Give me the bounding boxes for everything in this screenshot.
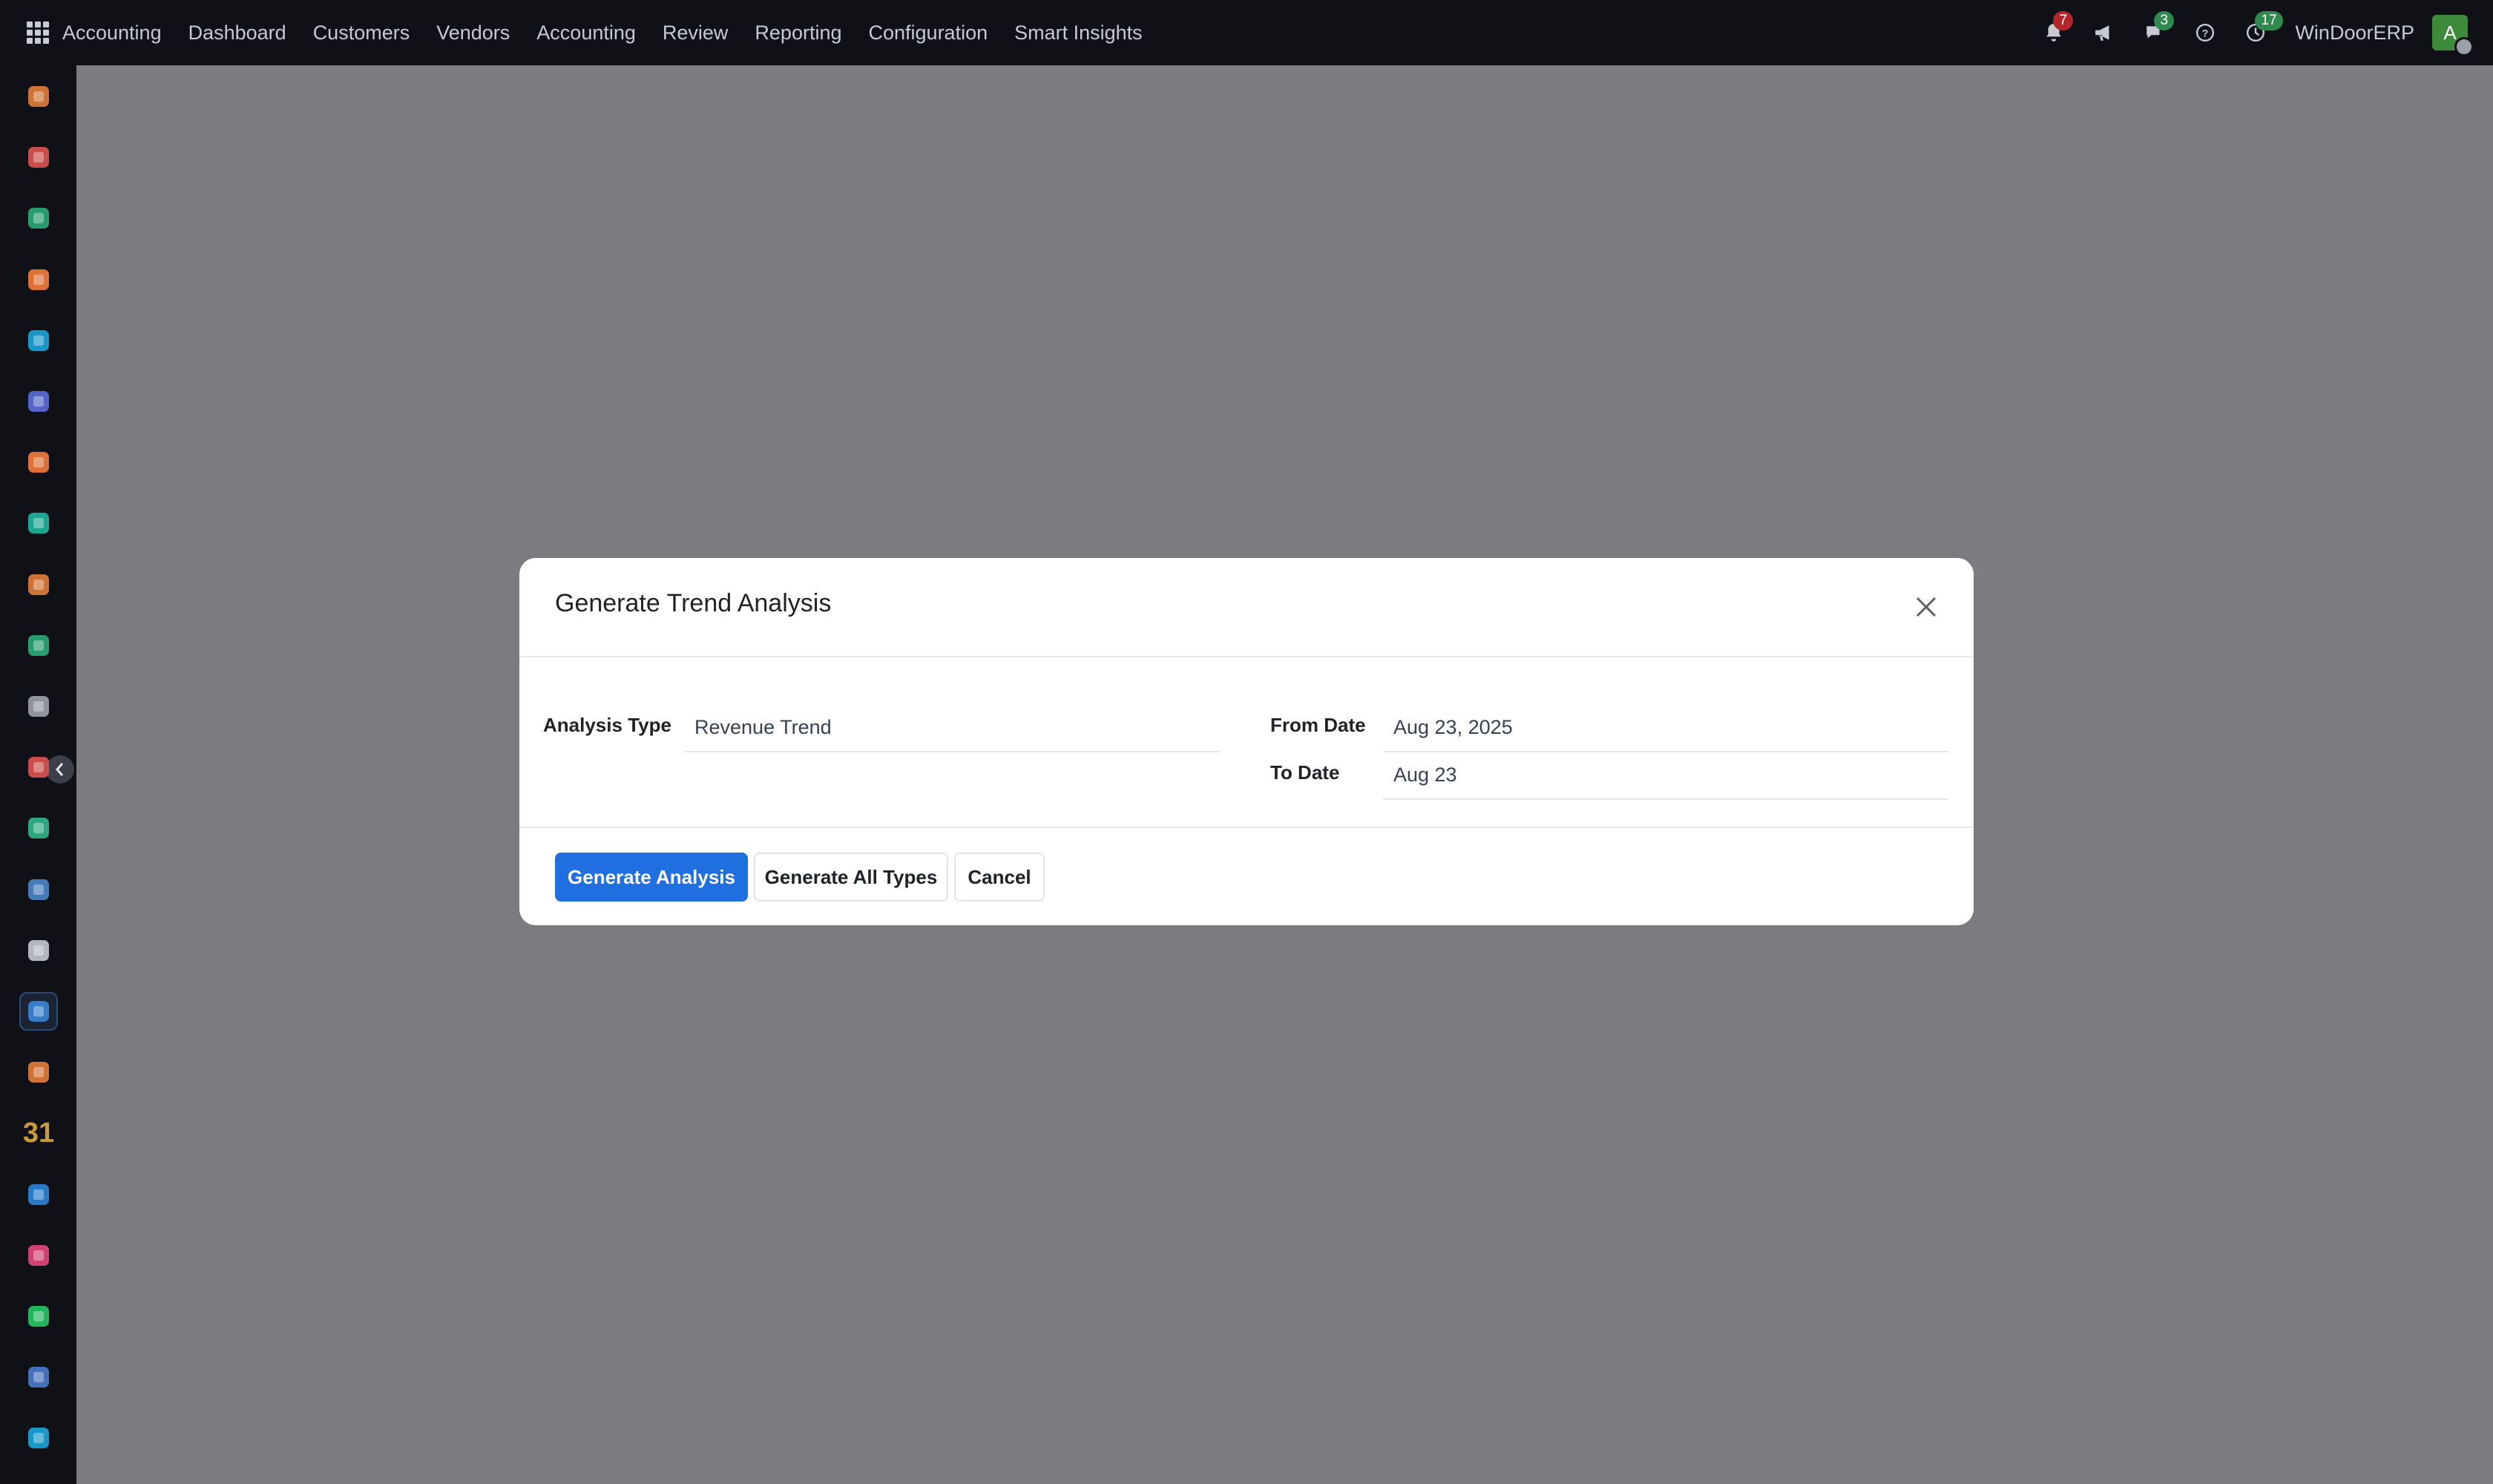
from-date-input[interactable]: Aug 23, 2025 — [1383, 705, 1948, 752]
mail-icon — [28, 391, 49, 412]
bar-chart-icon — [28, 86, 49, 107]
analysis-type-select[interactable]: Revenue Trend — [684, 705, 1220, 752]
help-icon[interactable]: ? — [2194, 22, 2216, 44]
to-date-label: To Date — [1270, 761, 1340, 784]
sidebar-item-dashboard-grid-icon[interactable] — [19, 1236, 58, 1275]
sidebar-item-puzzle-icon[interactable] — [19, 138, 58, 177]
avatar[interactable]: A — [2432, 15, 2474, 56]
app-sidebar: 31 — [0, 65, 76, 1484]
sidebar-item-bar-chart-icon[interactable] — [19, 77, 58, 116]
cube-icon — [28, 696, 49, 717]
sidebar-item-chat-bubble-icon[interactable] — [19, 260, 58, 299]
sidebar-item-contact-icon[interactable] — [19, 626, 58, 665]
sidebar-item-check-folder-icon[interactable] — [19, 504, 58, 542]
contact-icon — [28, 208, 49, 229]
sidebar-item-dial-icon[interactable] — [19, 1358, 58, 1396]
menu-review[interactable]: Review — [663, 22, 729, 45]
menu-reporting[interactable]: Reporting — [755, 22, 841, 45]
menu-dashboard[interactable]: Dashboard — [188, 22, 286, 45]
from-date-label: From Date — [1270, 714, 1366, 736]
document-icon — [28, 1001, 49, 1022]
generate-trend-analysis-dialog: Generate Trend Analysis Analysis Type Re… — [519, 558, 1974, 925]
app-brand[interactable]: Accounting — [62, 22, 162, 45]
puzzle-icon — [28, 147, 49, 168]
sidebar-item-team-icon[interactable] — [19, 1053, 58, 1091]
dashboard-grid-icon — [28, 1245, 49, 1266]
globe-icon — [28, 330, 49, 351]
sidebar-item-puzzle-icon[interactable] — [19, 748, 58, 787]
avatar-initial: A — [2443, 21, 2457, 44]
menu-accounting[interactable]: Accounting — [536, 22, 636, 45]
activity-clock-icon[interactable]: 17 — [2244, 11, 2283, 44]
checkmark-icon — [28, 818, 49, 838]
puzzle-icon — [28, 757, 49, 778]
top-navbar: Accounting Dashboard Customers Vendors A… — [0, 0, 2493, 65]
apps-grid-icon[interactable] — [27, 22, 49, 44]
status-dot — [2454, 37, 2474, 56]
generate-all-types-button[interactable]: Generate All Types — [754, 853, 948, 902]
menu-vendors[interactable]: Vendors — [436, 22, 510, 45]
chat-icon[interactable]: 3 — [2144, 11, 2175, 44]
analysis-type-label: Analysis Type — [543, 714, 671, 736]
cancel-button[interactable]: Cancel — [954, 853, 1045, 902]
sidebar-item-document-icon[interactable] — [19, 992, 58, 1031]
sidebar-item-cube-icon[interactable] — [19, 687, 58, 726]
dialog-header: Generate Trend Analysis — [519, 558, 1974, 657]
company-name[interactable]: WinDoorERP — [2295, 22, 2414, 45]
sidebar-item-mail-icon[interactable] — [19, 382, 58, 421]
menu-customers[interactable]: Customers — [313, 22, 410, 45]
sidebar-item-contact-icon[interactable] — [19, 199, 58, 237]
book-icon — [28, 879, 49, 900]
dialog-title: Generate Trend Analysis — [555, 589, 832, 617]
sidebar-item-package-icon[interactable] — [19, 931, 58, 970]
dialog-body: Analysis Type Revenue Trend From Date Au… — [519, 657, 1974, 828]
contact-icon — [28, 635, 49, 656]
bell-icon[interactable]: 7 — [2043, 11, 2074, 44]
calendar-31-icon: 31 — [22, 1117, 55, 1149]
dialog-footer: Generate Analysis Generate All Types Can… — [519, 828, 1974, 925]
activity-badge: 17 — [2255, 11, 2283, 30]
check-folder-icon — [28, 513, 49, 533]
sidebar-item-checkmark-icon[interactable] — [19, 809, 58, 847]
sidebar-item-whatsapp-icon[interactable] — [19, 1297, 58, 1336]
sidebar-item-calendar-31-icon[interactable]: 31 — [19, 1114, 58, 1152]
sidebar-item-book-icon[interactable] — [19, 870, 58, 909]
menu-configuration[interactable]: Configuration — [869, 22, 988, 45]
sidebar-item-globe-icon[interactable] — [19, 321, 58, 360]
whatsapp-icon — [28, 1306, 49, 1327]
chat-badge: 3 — [2154, 11, 2175, 30]
to-date-input[interactable]: Aug 23 — [1383, 752, 1948, 800]
sidebar-item-pen-icon[interactable] — [19, 1175, 58, 1214]
sidebar-item-bar-chart-icon[interactable] — [19, 565, 58, 604]
svg-text:?: ? — [2202, 27, 2209, 39]
notification-badge: 7 — [2053, 11, 2074, 30]
globe-icon — [28, 1428, 49, 1448]
sidebar-item-chat-bubble-icon[interactable] — [19, 443, 58, 482]
dial-icon — [28, 1367, 49, 1388]
chat-bubble-icon — [28, 269, 49, 290]
team-icon — [28, 1062, 49, 1083]
bar-chart-icon — [28, 574, 49, 595]
chat-bubble-icon — [28, 452, 49, 473]
close-icon[interactable] — [1911, 592, 1941, 622]
generate-analysis-button[interactable]: Generate Analysis — [555, 853, 748, 902]
sidebar-item-globe-icon[interactable] — [19, 1419, 58, 1457]
package-icon — [28, 940, 49, 961]
menu-smart-insights[interactable]: Smart Insights — [1014, 22, 1143, 45]
megaphone-icon[interactable] — [2093, 22, 2115, 44]
pen-icon — [28, 1184, 49, 1205]
